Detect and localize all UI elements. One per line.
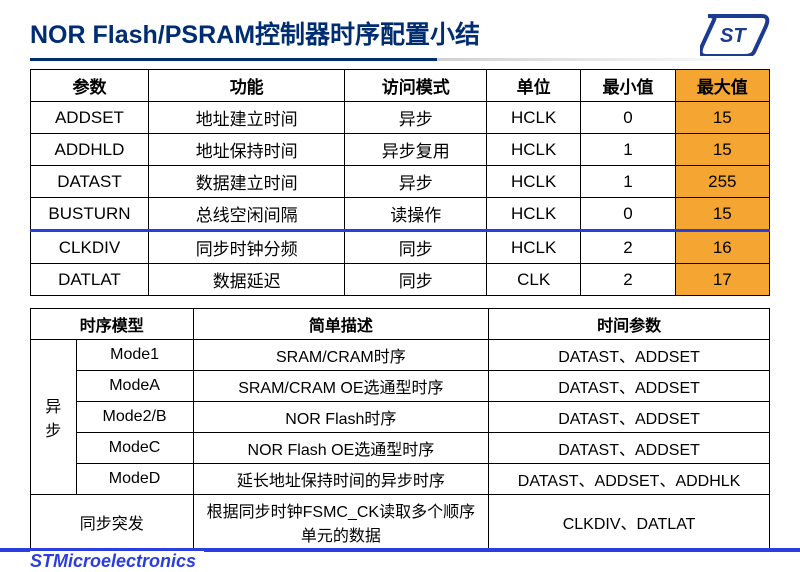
mode-params: DATAST、ADDSET — [489, 433, 770, 464]
param-mode: 异步复用 — [345, 134, 487, 166]
mode-name: 同步突发 — [31, 495, 194, 550]
param-min: 2 — [581, 264, 675, 296]
param-name: BUSTURN — [31, 198, 149, 231]
param-mode: 同步 — [345, 264, 487, 296]
rowgroup-label: 异步 — [31, 340, 77, 495]
param-min: 0 — [581, 198, 675, 231]
param-func: 数据延迟 — [148, 264, 345, 296]
param-name: ADDSET — [31, 102, 149, 134]
col-header: 时间参数 — [489, 309, 770, 340]
param-func: 同步时钟分频 — [148, 231, 345, 264]
mode-params: DATAST、ADDSET — [489, 340, 770, 371]
param-min: 2 — [581, 231, 675, 264]
mode-name: ModeD — [76, 464, 193, 495]
col-header: 功能 — [148, 70, 345, 102]
st-logo: ST — [700, 10, 770, 56]
page-title: NOR Flash/PSRAM控制器时序配置小结 — [30, 15, 480, 51]
model-table: 时序模型 简单描述 时间参数 异步Mode1SRAM/CRAM时序DATAST、… — [30, 308, 770, 550]
title-underline — [30, 58, 770, 61]
param-mode: 同步 — [345, 231, 487, 264]
param-name: CLKDIV — [31, 231, 149, 264]
param-unit: HCLK — [486, 102, 580, 134]
footer-brand: STMicroelectronics — [30, 551, 204, 572]
param-unit: HCLK — [486, 198, 580, 231]
col-header: 最小值 — [581, 70, 675, 102]
col-header: 时序模型 — [31, 309, 194, 340]
param-max: 15 — [675, 102, 769, 134]
mode-params: DATAST、ADDSET — [489, 371, 770, 402]
param-max: 255 — [675, 166, 769, 198]
param-max: 15 — [675, 134, 769, 166]
param-name: ADDHLD — [31, 134, 149, 166]
param-max: 17 — [675, 264, 769, 296]
mode-params: CLKDIV、DATLAT — [489, 495, 770, 550]
param-func: 地址保持时间 — [148, 134, 345, 166]
param-unit: HCLK — [486, 134, 580, 166]
param-mode: 异步 — [345, 102, 487, 134]
mode-name: Mode1 — [76, 340, 193, 371]
param-mode: 异步 — [345, 166, 487, 198]
col-header: 访问模式 — [345, 70, 487, 102]
mode-desc: 根据同步时钟FSMC_CK读取多个顺序单元的数据 — [193, 495, 489, 550]
param-func: 地址建立时间 — [148, 102, 345, 134]
mode-desc: SRAM/CRAM OE选通型时序 — [193, 371, 489, 402]
param-min: 1 — [581, 166, 675, 198]
col-header: 简单描述 — [193, 309, 489, 340]
param-min: 1 — [581, 134, 675, 166]
param-unit: HCLK — [486, 231, 580, 264]
param-min: 0 — [581, 102, 675, 134]
col-header: 最大值 — [675, 70, 769, 102]
mode-name: ModeC — [76, 433, 193, 464]
col-header: 单位 — [486, 70, 580, 102]
mode-desc: NOR Flash OE选通型时序 — [193, 433, 489, 464]
param-func: 总线空闲间隔 — [148, 198, 345, 231]
param-unit: HCLK — [486, 166, 580, 198]
svg-text:ST: ST — [720, 25, 747, 47]
mode-desc: 延长地址保持时间的异步时序 — [193, 464, 489, 495]
param-table: 参数 功能 访问模式 单位 最小值 最大值 ADDSET地址建立时间异步HCLK… — [30, 69, 770, 296]
param-name: DATAST — [31, 166, 149, 198]
mode-params: DATAST、ADDSET、ADDHLK — [489, 464, 770, 495]
param-max: 16 — [675, 231, 769, 264]
mode-name: Mode2/B — [76, 402, 193, 433]
col-header: 参数 — [31, 70, 149, 102]
param-mode: 读操作 — [345, 198, 487, 231]
param-func: 数据建立时间 — [148, 166, 345, 198]
param-unit: CLK — [486, 264, 580, 296]
mode-desc: SRAM/CRAM时序 — [193, 340, 489, 371]
mode-name: ModeA — [76, 371, 193, 402]
mode-params: DATAST、ADDSET — [489, 402, 770, 433]
mode-desc: NOR Flash时序 — [193, 402, 489, 433]
param-max: 15 — [675, 198, 769, 231]
param-name: DATLAT — [31, 264, 149, 296]
